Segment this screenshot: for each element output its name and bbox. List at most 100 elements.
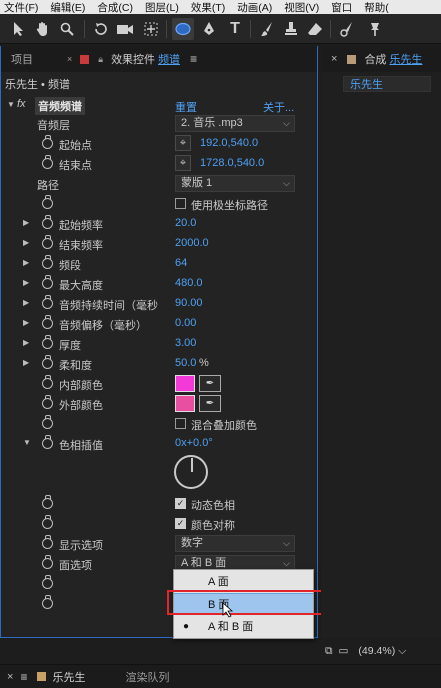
- blend-checkbox[interactable]: [175, 418, 186, 429]
- tab-composition-label[interactable]: 合成: [364, 51, 386, 67]
- stopwatch-icon[interactable]: [42, 135, 53, 149]
- end-frequency-value[interactable]: 2000.0: [175, 237, 209, 249]
- end-point-value[interactable]: 1728.0,540.0: [200, 157, 264, 169]
- reset-link[interactable]: 重置: [175, 99, 197, 115]
- outside-color-swatch[interactable]: [175, 395, 195, 412]
- chevron-down-icon[interactable]: ⌵: [398, 645, 406, 658]
- clone-stamp-icon[interactable]: [280, 18, 302, 40]
- roto-brush-icon[interactable]: [336, 18, 358, 40]
- eyedropper-icon[interactable]: ✒: [199, 375, 221, 392]
- expand-arrow-icon[interactable]: ▶: [23, 338, 29, 347]
- menu-window[interactable]: 窗口: [331, 0, 352, 14]
- pan-behind-icon[interactable]: [140, 18, 162, 40]
- brush-icon[interactable]: [256, 18, 278, 40]
- tab-composition-name[interactable]: 乐先生: [389, 51, 422, 67]
- menu-composition[interactable]: 合成(C): [97, 0, 133, 14]
- tab-project[interactable]: 项目: [11, 51, 33, 67]
- fx-icon[interactable]: fx: [17, 98, 26, 110]
- audio-offset-value[interactable]: 0.00: [175, 317, 196, 329]
- stopwatch-icon[interactable]: [42, 515, 53, 529]
- path-dropdown[interactable]: 蒙版 1 ⌵: [175, 175, 295, 192]
- panel-menu-icon[interactable]: ≡: [20, 670, 27, 684]
- audio-duration-value[interactable]: 90.00: [175, 297, 203, 309]
- menu-help[interactable]: 帮助(: [364, 0, 389, 14]
- expand-arrow-icon[interactable]: ▶: [23, 318, 29, 327]
- zoom-level[interactable]: (49.4%): [358, 645, 395, 657]
- stopwatch-icon[interactable]: [42, 395, 53, 409]
- start-point-value[interactable]: 192.0,540.0: [200, 137, 258, 149]
- composition-chip[interactable]: 乐先生: [343, 76, 431, 92]
- hue-dial[interactable]: [174, 455, 208, 489]
- max-height-value[interactable]: 480.0: [175, 277, 203, 289]
- start-frequency-value[interactable]: 20.0: [175, 217, 196, 229]
- eyedropper-icon[interactable]: ✒: [199, 395, 221, 412]
- dynamic-hue-checkbox[interactable]: ✓: [175, 498, 186, 509]
- effect-name[interactable]: 音频频谱: [35, 97, 85, 115]
- eraser-icon[interactable]: [304, 18, 326, 40]
- stopwatch-icon[interactable]: [42, 415, 53, 429]
- stopwatch-icon[interactable]: [42, 215, 53, 229]
- stopwatch-icon[interactable]: [42, 335, 53, 349]
- stopwatch-icon[interactable]: [42, 595, 53, 609]
- expand-arrow-icon[interactable]: ▶: [23, 358, 29, 367]
- stopwatch-icon[interactable]: [42, 195, 53, 209]
- expand-arrow-icon[interactable]: ▶: [23, 218, 29, 227]
- stopwatch-icon[interactable]: [42, 555, 53, 569]
- stopwatch-icon[interactable]: [42, 535, 53, 549]
- stopwatch-icon[interactable]: [42, 275, 53, 289]
- close-icon[interactable]: ×: [67, 54, 72, 64]
- menu-file[interactable]: 文件(F): [4, 0, 38, 14]
- pen-icon[interactable]: [198, 18, 220, 40]
- panel-menu-icon[interactable]: ≡: [190, 52, 197, 66]
- hand-icon[interactable]: [32, 18, 54, 40]
- menu-layer[interactable]: 图层(L): [145, 0, 179, 14]
- color-symmetry-checkbox[interactable]: ✓: [175, 518, 186, 529]
- lock-icon[interactable]: 🔒︎: [98, 54, 103, 65]
- about-link[interactable]: 关于...: [263, 99, 294, 115]
- tab-effect-controls[interactable]: × 🔒︎ 效果控件 频谱 ≡: [67, 51, 197, 67]
- audio-layer-dropdown[interactable]: 2. 音乐 .mp3 ⌵: [175, 115, 295, 132]
- tab-timeline[interactable]: 乐先生: [52, 669, 85, 685]
- polar-checkbox[interactable]: [175, 198, 186, 209]
- inside-color-swatch[interactable]: [175, 375, 195, 392]
- display-options-dropdown[interactable]: 数字 ⌵: [175, 535, 295, 552]
- stopwatch-icon[interactable]: [42, 375, 53, 389]
- expand-arrow-icon[interactable]: ▶: [23, 238, 29, 247]
- monitor-icon[interactable]: ▭: [339, 645, 349, 657]
- stopwatch-icon[interactable]: [42, 355, 53, 369]
- stopwatch-icon[interactable]: [42, 235, 53, 249]
- collapse-arrow-icon[interactable]: ▼: [23, 438, 31, 447]
- stopwatch-icon[interactable]: [42, 295, 53, 309]
- collapse-arrow-icon[interactable]: ▼: [7, 100, 15, 109]
- zoom-icon[interactable]: [56, 18, 78, 40]
- expand-arrow-icon[interactable]: ▶: [23, 298, 29, 307]
- softness-value[interactable]: 50.0: [175, 357, 196, 369]
- selection-arrow-icon[interactable]: [8, 18, 30, 40]
- crosshair-icon[interactable]: ⌖: [175, 135, 191, 151]
- stopwatch-icon[interactable]: [42, 435, 53, 449]
- menu-effect[interactable]: 效果(T): [191, 0, 225, 14]
- bands-value[interactable]: 64: [175, 257, 187, 269]
- puppet-pin-icon[interactable]: [364, 18, 386, 40]
- menu-edit[interactable]: 编辑(E): [50, 0, 85, 14]
- hue-interpolation-value[interactable]: 0x+0.0°: [175, 437, 213, 449]
- menu-animation[interactable]: 动画(A): [237, 0, 272, 14]
- menu-view[interactable]: 视图(V): [284, 0, 319, 14]
- expand-arrow-icon[interactable]: ▶: [23, 258, 29, 267]
- camera-icon[interactable]: [114, 18, 136, 40]
- stopwatch-icon[interactable]: [42, 315, 53, 329]
- close-icon[interactable]: ×: [331, 53, 337, 65]
- render-icon[interactable]: ⧉: [325, 645, 333, 658]
- tab-render-queue[interactable]: 渲染队列: [125, 669, 169, 685]
- stopwatch-icon[interactable]: [42, 155, 53, 169]
- stopwatch-icon[interactable]: [42, 575, 53, 589]
- close-icon[interactable]: ×: [7, 671, 13, 683]
- crosshair-icon[interactable]: ⌖: [175, 155, 191, 171]
- expand-arrow-icon[interactable]: ▶: [23, 278, 29, 287]
- stopwatch-icon[interactable]: [42, 255, 53, 269]
- thickness-value[interactable]: 3.00: [175, 337, 196, 349]
- ellipse-icon[interactable]: [172, 18, 194, 40]
- menu-item-a-and-b-side[interactable]: ● A 和 B 面: [174, 616, 313, 638]
- rotate-icon[interactable]: [90, 18, 112, 40]
- stopwatch-icon[interactable]: [42, 495, 53, 509]
